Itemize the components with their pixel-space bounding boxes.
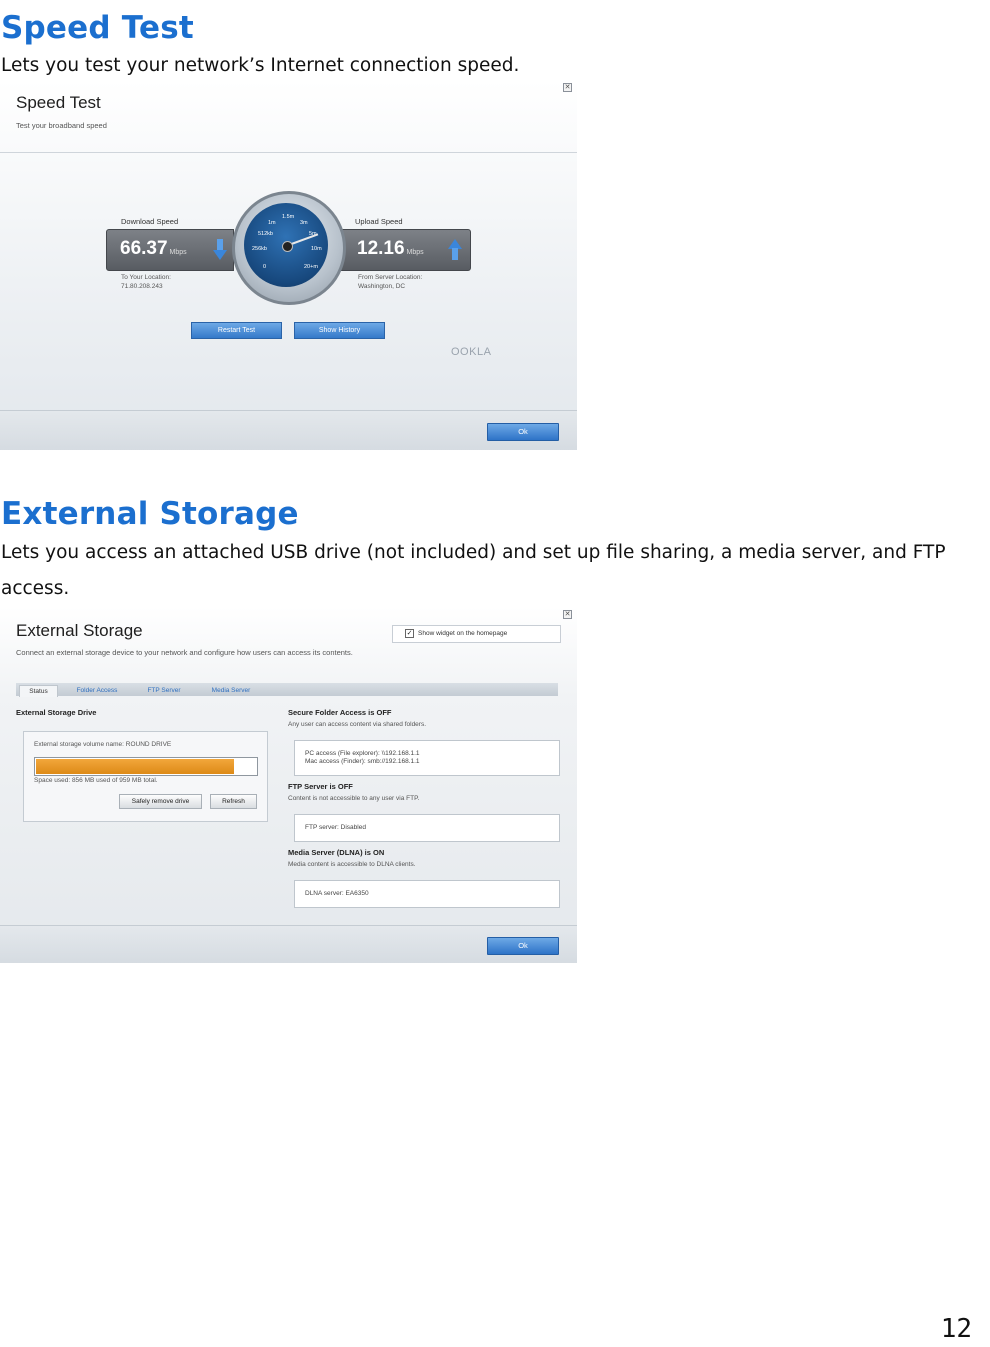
refresh-button[interactable]: Refresh bbox=[210, 794, 257, 809]
ftp-status: FTP server: Disabled bbox=[305, 824, 366, 831]
panel-title: Speed Test bbox=[16, 93, 101, 112]
storage-usage-fill bbox=[36, 759, 234, 774]
divider bbox=[0, 152, 577, 153]
gauge-face: 0 256kb 512kb 1m 1.5m 3m 5m 10m 20+m bbox=[244, 203, 328, 287]
tab-folder-access[interactable]: Folder Access bbox=[64, 685, 130, 696]
tab-media-server[interactable]: Media Server bbox=[198, 685, 264, 696]
close-icon[interactable]: ✕ bbox=[563, 610, 572, 619]
panel-subtitle: Test your broadband speed bbox=[16, 121, 107, 130]
download-arrow-icon bbox=[213, 239, 227, 260]
gauge-tick: 512kb bbox=[258, 231, 273, 237]
checkbox[interactable]: ✓ bbox=[405, 628, 414, 638]
speedometer-gauge: 0 256kb 512kb 1m 1.5m 3m 5m 10m 20+m bbox=[232, 191, 346, 305]
volume-name: External storage volume name: ROUND DRIV… bbox=[34, 741, 172, 748]
drive-box: External storage volume name: ROUND DRIV… bbox=[23, 731, 268, 822]
show-history-button[interactable]: Show History bbox=[294, 322, 385, 339]
ftp-heading: FTP Server is OFF bbox=[288, 782, 353, 791]
tab-status[interactable]: Status bbox=[19, 685, 58, 697]
panel-subtitle: Connect an external storage device to yo… bbox=[16, 648, 353, 657]
space-used: Space used: 856 MB used of 959 MB total. bbox=[34, 777, 158, 784]
gauge-tick: 256kb bbox=[252, 246, 267, 252]
gauge-tick: 10m bbox=[311, 246, 322, 252]
upload-location: From Server Location: Washington, DC bbox=[358, 274, 423, 290]
panel-footer: Ok bbox=[0, 925, 577, 963]
external-storage-heading: External Storage bbox=[1, 496, 299, 532]
download-speed-label: Download Speed bbox=[121, 217, 179, 226]
gauge-tick: 1.5m bbox=[282, 214, 295, 220]
external-storage-description-line-2: access. bbox=[1, 578, 70, 599]
page-number: 12 bbox=[940, 1314, 972, 1344]
drive-heading: External Storage Drive bbox=[16, 708, 97, 717]
upload-arrow-icon bbox=[448, 239, 462, 260]
show-widget-option[interactable]: ✓ Show widget on the homepage bbox=[392, 625, 561, 643]
upload-speed-label: Upload Speed bbox=[355, 217, 403, 226]
download-speed-box: Download Speed 66.37 Mbps bbox=[106, 217, 234, 271]
panel-title: External Storage bbox=[16, 621, 143, 640]
ok-button[interactable]: Ok bbox=[487, 423, 559, 441]
speed-test-description: Lets you test your network’s Internet co… bbox=[1, 55, 520, 76]
storage-usage-bar bbox=[34, 757, 258, 776]
upload-speed-value: 12.16 Mbps bbox=[357, 238, 424, 259]
panel-footer: Ok bbox=[0, 410, 577, 450]
download-location: To Your Location: 71.80.208.243 bbox=[121, 274, 171, 290]
ookla-logo: OOKLA bbox=[451, 346, 492, 358]
download-speed-value: 66.37 Mbps bbox=[120, 238, 187, 259]
tab-bar: Status Folder Access FTP Server Media Se… bbox=[16, 683, 558, 697]
ftp-status-box: FTP server: Disabled bbox=[294, 814, 560, 842]
external-storage-description-line-1: Lets you access an attached USB drive (n… bbox=[1, 542, 946, 563]
safely-remove-drive-button[interactable]: Safely remove drive bbox=[119, 794, 202, 809]
speed-test-heading: Speed Test bbox=[1, 10, 194, 46]
gauge-tick: 3m bbox=[300, 220, 308, 226]
restart-test-button[interactable]: Restart Test bbox=[191, 322, 282, 339]
speed-test-screenshot: ✕ Speed Test Test your broadband speed D… bbox=[0, 80, 577, 450]
media-server-status-box: DLNA server: EA6350 bbox=[294, 880, 560, 908]
upload-speed-box: Upload Speed 12.16 Mbps bbox=[340, 217, 471, 271]
dlna-status: DLNA server: EA6350 bbox=[305, 890, 369, 897]
close-icon[interactable]: ✕ bbox=[563, 83, 572, 92]
gauge-hub bbox=[282, 241, 293, 252]
media-server-desc: Media content is accessible to DLNA clie… bbox=[288, 861, 416, 868]
mac-access-path: Mac access (Finder): smb://192.168.1.1 bbox=[305, 758, 420, 765]
secure-access-box: PC access (File explorer): \\192.168.1.1… bbox=[294, 740, 560, 776]
tab-ftp-server[interactable]: FTP Server bbox=[136, 685, 192, 696]
ok-button[interactable]: Ok bbox=[487, 937, 559, 955]
secure-access-heading: Secure Folder Access is OFF bbox=[288, 708, 392, 717]
gauge-tick: 1m bbox=[268, 220, 276, 226]
ftp-desc: Content is not accessible to any user vi… bbox=[288, 795, 420, 802]
gauge-tick: 20+m bbox=[304, 264, 318, 270]
gauge-tick: 0 bbox=[263, 264, 267, 270]
secure-access-desc: Any user can access content via shared f… bbox=[288, 721, 427, 728]
media-server-heading: Media Server (DLNA) is ON bbox=[288, 848, 385, 857]
external-storage-screenshot: ✕ External Storage Connect an external s… bbox=[0, 607, 577, 963]
